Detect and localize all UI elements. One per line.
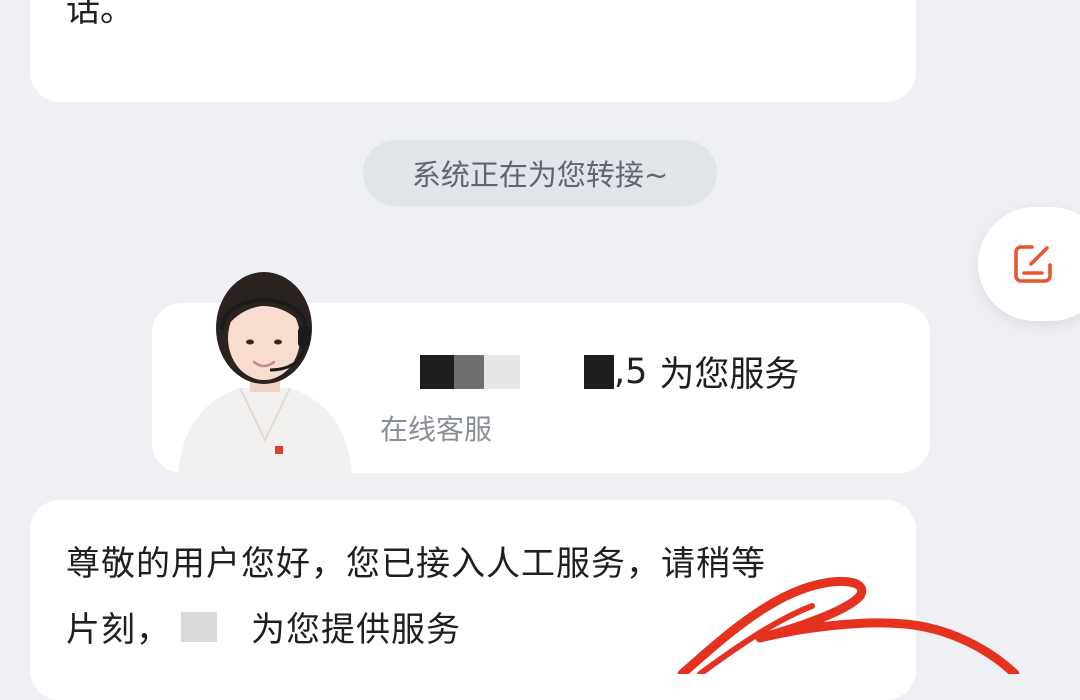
floating-edit-button[interactable] (978, 207, 1080, 321)
redacted-block (454, 354, 484, 389)
system-transfer-notice: 系统正在为您转接~ (363, 140, 717, 206)
previous-message-text: 话。 (66, 0, 134, 30)
agent-message-line2: 片刻， 为您提供服务 (66, 602, 461, 651)
agent-avatar (178, 272, 352, 476)
agent-serving-line: , 5 为您服务 (420, 346, 799, 397)
agent-message-suffix: 为您提供服务 (251, 610, 461, 650)
agent-role-label: 在线客服 (380, 413, 493, 446)
previous-message-bubble: 话。 (30, 0, 916, 102)
redacted-block (420, 354, 454, 389)
redacted-block (584, 354, 614, 389)
redacted-block (181, 611, 217, 642)
redacted-block (484, 354, 520, 389)
agent-serving-text: 为您服务 (659, 355, 800, 395)
agent-message-prefix: 片刻， (66, 610, 171, 650)
agent-message-line1: 尊敬的用户您好，您已接入人工服务，请稍等 (66, 544, 766, 584)
edit-icon (1014, 245, 1052, 283)
agent-message-bubble: 尊敬的用户您好，您已接入人工服务，请稍等 片刻， 为您提供服务 (30, 500, 916, 700)
agent-id-suffix: 5 (625, 351, 648, 392)
